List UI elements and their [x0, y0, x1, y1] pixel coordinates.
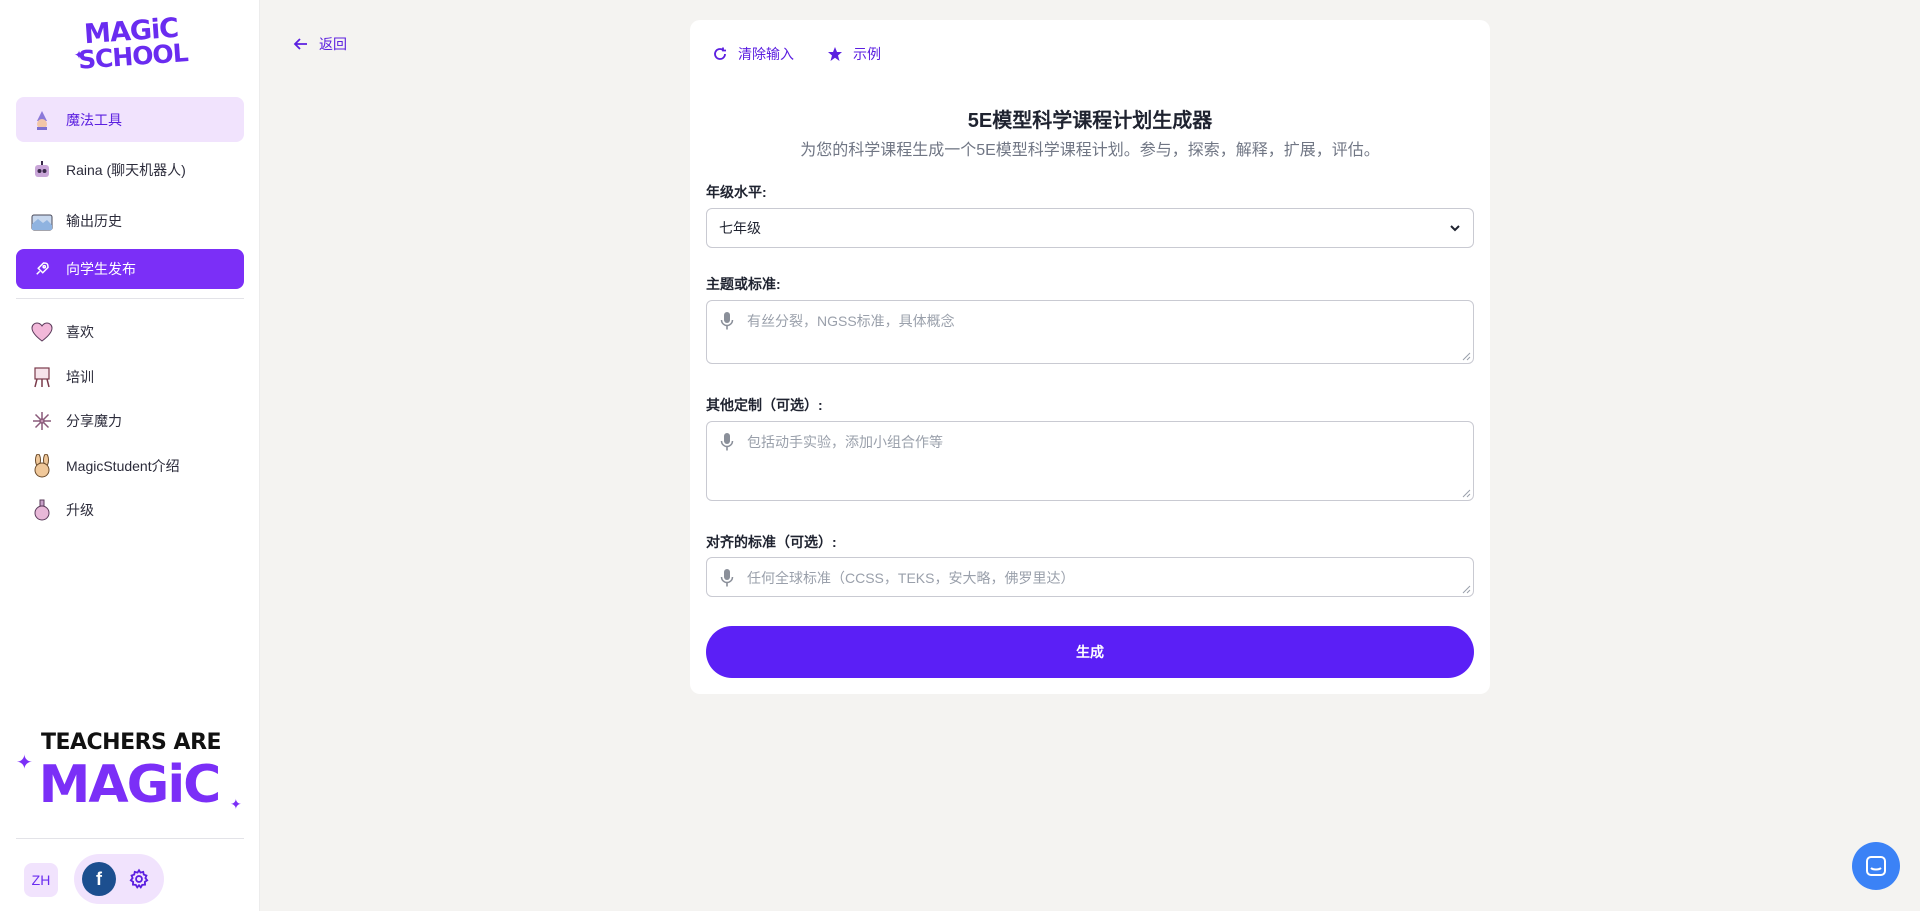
gear-icon[interactable]	[128, 868, 150, 890]
banner-line-1: TEACHERS ARE	[40, 730, 222, 755]
sidebar-item-label: 分享魔力	[66, 412, 122, 429]
microphone-icon[interactable]	[719, 432, 735, 452]
social-settings-group: f	[74, 854, 164, 904]
topic-label: 主题或标准:	[706, 276, 781, 292]
chat-launcher-button[interactable]	[1852, 842, 1900, 890]
sidebar-item-favorites[interactable]: 喜欢	[16, 309, 244, 354]
page-title: 5E模型科学课程计划生成器	[967, 110, 1213, 132]
sparkle-icon	[30, 409, 54, 433]
grade-level-select[interactable]: 七年级	[706, 208, 1474, 248]
clear-inputs-label: 清除输入	[738, 46, 794, 62]
banner-sparkle-icon: ✦	[16, 752, 33, 774]
customization-label: 其他定制（可选）:	[706, 397, 823, 413]
star-icon	[828, 47, 842, 61]
arrow-left-icon	[293, 38, 307, 50]
bunny-icon	[30, 453, 54, 478]
sidebar-item-output-history[interactable]: 输出历史	[16, 198, 244, 243]
sidebar-footer-divider	[16, 838, 244, 839]
banner-line-2: MAGiC	[38, 755, 222, 815]
magic-school-logo[interactable]: ✦ MAGiC SCHOOL	[74, 13, 190, 76]
sidebar-item-label: MagicStudent介绍	[66, 457, 180, 474]
resize-handle-icon[interactable]	[1461, 351, 1471, 361]
sidebar-item-label: 培训	[66, 368, 94, 385]
sidebar-item-share-magic[interactable]: 分享魔力	[16, 398, 244, 443]
sidebar-divider	[16, 298, 244, 299]
robot-icon	[30, 158, 54, 182]
resize-handle-icon[interactable]	[1461, 584, 1471, 594]
sidebar-item-label: 升级	[66, 501, 94, 518]
rocket-icon	[30, 257, 54, 281]
aligned-standards-label: 对齐的标准（可选）:	[706, 534, 837, 550]
sidebar-item-label: 魔法工具	[66, 111, 122, 128]
sidebar-item-raina[interactable]: Raina (聊天机器人)	[16, 147, 244, 192]
logo-line-2: SCHOOL	[77, 38, 189, 75]
language-selector[interactable]: ZH	[24, 863, 58, 897]
sidebar: ✦ MAGiC SCHOOL 魔法工具 Raina (聊天机器人) 输出历史 向…	[0, 0, 260, 911]
generator-card: 清除输入 示例 5E模型科学课程计划生成器 为您的科学课程生成一个5E模型科学课…	[690, 20, 1490, 694]
topic-placeholder: 有丝分裂，NGSS标准，具体概念	[747, 313, 955, 329]
grade-level-label: 年级水平:	[706, 184, 767, 200]
wizard-icon	[30, 108, 54, 132]
back-label: 返回	[319, 36, 347, 52]
heart-icon	[30, 320, 54, 344]
page-subtitle: 为您的科学课程生成一个5E模型科学课程计划。参与，探索，解释，扩展，评估。	[800, 142, 1380, 159]
easel-icon	[30, 365, 54, 389]
clear-inputs-button[interactable]: 清除输入	[712, 44, 794, 64]
facebook-icon[interactable]: f	[82, 862, 116, 896]
sidebar-item-publish-to-students[interactable]: 向学生发布	[16, 249, 244, 289]
microphone-icon[interactable]	[719, 568, 735, 588]
sidebar-item-label: 向学生发布	[66, 261, 136, 277]
chat-icon	[1866, 856, 1886, 876]
generate-button[interactable]: 生成	[706, 626, 1474, 678]
grade-level-value: 七年级	[719, 220, 761, 236]
example-button[interactable]: 示例	[827, 44, 881, 64]
sidebar-item-label: 输出历史	[66, 212, 122, 229]
topic-input[interactable]: 有丝分裂，NGSS标准，具体概念	[706, 300, 1474, 364]
aligned-standards-input[interactable]: 任何全球标准（CCSS，TEKS，安大略，佛罗里达）	[706, 557, 1474, 597]
banner-sparkle-icon: ✦	[230, 796, 242, 812]
sidebar-item-magic-tools[interactable]: 魔法工具	[16, 97, 244, 142]
aligned-standards-placeholder: 任何全球标准（CCSS，TEKS，安大略，佛罗里达）	[747, 570, 1075, 586]
back-link[interactable]: 返回	[293, 34, 347, 54]
sidebar-item-training[interactable]: 培训	[16, 354, 244, 399]
example-label: 示例	[853, 46, 881, 62]
sidebar-item-magicstudent-intro[interactable]: MagicStudent介绍	[16, 443, 244, 488]
refresh-icon	[714, 47, 726, 60]
teachers-are-magic-banner: ✦ ✦ TEACHERS ARE MAGiC	[16, 730, 242, 830]
sidebar-item-label: 喜欢	[66, 323, 94, 340]
chevron-down-icon	[1450, 225, 1460, 232]
customization-input[interactable]: 包括动手实验，添加小组合作等	[706, 421, 1474, 501]
resize-handle-icon[interactable]	[1461, 488, 1471, 498]
sidebar-item-label: Raina (聊天机器人)	[66, 161, 186, 178]
sidebar-item-upgrade[interactable]: 升级	[16, 487, 244, 532]
microphone-icon[interactable]	[719, 311, 735, 331]
potion-icon	[30, 498, 54, 522]
history-icon	[30, 209, 54, 233]
customization-placeholder: 包括动手实验，添加小组合作等	[747, 434, 943, 450]
